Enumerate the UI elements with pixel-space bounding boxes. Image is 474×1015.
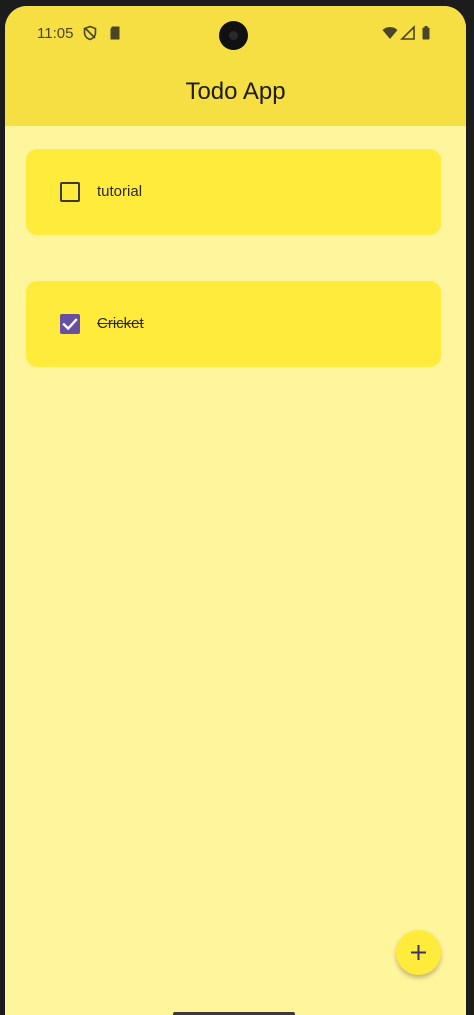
app-title: Todo App [185,78,286,105]
todo-checkbox[interactable] [60,182,80,202]
battery-icon [422,26,430,40]
todo-checkbox[interactable] [60,314,80,334]
todo-item[interactable]: tutorial [26,149,441,235]
wifi-icon [382,27,398,39]
todo-label: Cricket [97,315,144,332]
app-bar: 11:05 Todo App [5,6,466,126]
plus-icon [411,945,426,960]
device-frame: 11:05 Todo App tutorial Cricket [0,0,474,1015]
sd-card-icon [110,26,120,40]
status-bar: 11:05 [5,6,466,64]
todo-label: tutorial [97,183,143,200]
signal-icon [400,25,415,40]
status-time: 11:05 [37,25,74,42]
shield-icon [83,25,97,41]
add-todo-button[interactable] [396,930,441,975]
app-screen: 11:05 Todo App tutorial Cricket [5,6,466,1015]
front-camera [219,21,248,50]
todo-item[interactable]: Cricket [26,281,441,367]
check-icon [62,318,78,331]
camera-lens [229,31,238,40]
